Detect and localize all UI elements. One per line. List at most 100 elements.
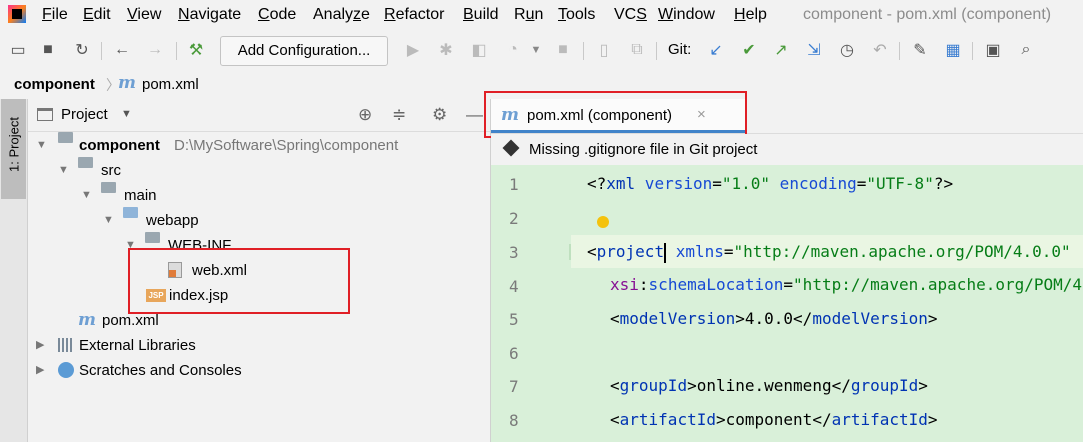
editor-notification-bar: Missing .gitignore file in Git project — [491, 134, 1083, 164]
sync-icon[interactable]: ↻ — [72, 40, 92, 60]
menu-navigate[interactable]: Navigate — [178, 6, 241, 24]
code-line-1: <?xml version="1.0" encoding="UTF-8"?> — [587, 174, 954, 193]
project-tool-tab[interactable]: 1: Project — [1, 99, 26, 199]
git-push-icon[interactable]: ↗ — [771, 40, 791, 60]
menu-refactor[interactable]: Refactor — [384, 6, 444, 24]
toolbar-separator — [972, 42, 973, 60]
profile-icon[interactable]: ◔ — [503, 40, 523, 60]
module-folder-icon — [58, 132, 73, 143]
chevron-down-icon[interactable]: ▼ — [121, 108, 132, 120]
notification-text: Missing .gitignore file in Git project — [529, 141, 758, 158]
history-clock-icon[interactable]: ◷ — [837, 40, 857, 60]
chevron-down-icon[interactable]: ▼ — [526, 40, 546, 60]
project-panel-header: Project ▼ ⊕ ≑ ⚙ — — [28, 99, 490, 132]
git-compare-icon[interactable]: ⇲ — [804, 40, 824, 60]
toolbar-separator — [101, 42, 102, 60]
project-tool-tab-label: 1: Project — [6, 117, 22, 172]
chevron-down-icon[interactable]: ▼ — [103, 208, 114, 233]
web-folder-icon — [123, 207, 138, 218]
locate-target-icon[interactable]: ⊕ — [358, 105, 372, 125]
folder-icon — [101, 182, 116, 193]
toolbar-separator — [656, 42, 657, 60]
scratches-icon — [58, 362, 74, 378]
folder-icon — [145, 232, 160, 243]
line-number: 4 — [509, 277, 519, 296]
open-folder-icon[interactable]: ▭ — [8, 40, 28, 60]
menu-build[interactable]: Build — [463, 6, 499, 24]
menu-run[interactable]: Run — [514, 6, 543, 24]
attach-icon[interactable]: ▯ — [594, 40, 614, 60]
menu-edit[interactable]: Edit — [83, 6, 111, 24]
app-logo-icon — [8, 5, 26, 23]
back-arrow-icon[interactable]: ← — [112, 40, 132, 60]
project-structure-icon[interactable]: ▦ — [943, 40, 963, 60]
toolbar-separator — [176, 42, 177, 60]
menu-code[interactable]: Code — [258, 6, 296, 24]
breadcrumb-project[interactable]: component — [14, 76, 95, 93]
tree-item-label: component — [79, 137, 160, 154]
maven-file-icon: m — [118, 73, 136, 93]
gear-icon[interactable]: ⚙ — [432, 105, 447, 125]
chevron-down-icon[interactable]: ▼ — [58, 158, 69, 183]
rollback-icon[interactable]: ↶ — [870, 40, 890, 60]
settings-wrench-icon[interactable]: ✎ — [910, 40, 930, 60]
menu-window[interactable]: Window — [658, 6, 715, 24]
menu-vcs[interactable]: VCS — [614, 6, 647, 24]
code-line-7: <groupId>online.wenmeng</groupId> — [610, 376, 928, 395]
chevron-right-icon[interactable]: ▶ — [36, 358, 44, 383]
annotation-highlight-box — [484, 91, 747, 138]
toolbar-separator — [583, 42, 584, 60]
menu-file[interactable]: File — [42, 6, 68, 24]
code-editor[interactable]: <?xml version="1.0" encoding="UTF-8"?> <… — [571, 165, 1083, 442]
search-icon[interactable]: ⌕ — [1016, 40, 1036, 60]
collapse-all-icon[interactable]: ≑ — [392, 105, 406, 125]
build-hammer-icon[interactable]: ⚒ — [186, 40, 206, 60]
folder-icon — [78, 157, 93, 168]
add-configuration-button[interactable]: Add Configuration... — [220, 36, 388, 66]
line-number: 5 — [509, 310, 519, 329]
window-title: component - pom.xml (component) — [803, 6, 1052, 23]
tree-item-label: External Libraries — [79, 337, 196, 354]
code-line-8: <artifactId>component</artifactId> — [610, 410, 938, 429]
git-commit-icon[interactable]: ✔ — [739, 40, 759, 60]
project-panel-title[interactable]: Project — [61, 106, 108, 123]
code-line-3: <project xmlns="http://maven.apache.org/… — [587, 242, 1071, 263]
update-running-icon[interactable]: ⧉ — [627, 40, 647, 60]
line-number: 7 — [509, 377, 519, 396]
library-icon — [58, 338, 74, 352]
line-number: 6 — [509, 344, 519, 363]
warning-diamond-icon — [502, 139, 520, 157]
chevron-right-icon[interactable]: ▶ — [36, 333, 44, 358]
minimize-icon[interactable]: — — [466, 105, 483, 125]
code-line-4: xsi:schemaLocation="http://maven.apache.… — [610, 275, 1083, 294]
chevron-down-icon[interactable]: ▼ — [81, 183, 92, 208]
menu-bar: File Edit View Navigate Code Analyze Ref… — [0, 0, 1083, 30]
line-number: 8 — [509, 411, 519, 430]
run-icon[interactable]: ▶ — [403, 40, 423, 60]
menu-view[interactable]: View — [127, 6, 161, 24]
stop-icon[interactable]: ■ — [553, 40, 573, 60]
chevron-down-icon[interactable]: ▼ — [36, 133, 47, 158]
tree-item-label: main — [124, 187, 157, 204]
git-label: Git: — [668, 41, 692, 58]
lightbulb-icon[interactable] — [597, 216, 609, 228]
line-number: 3 — [509, 243, 519, 262]
main-toolbar: ▭ ■ ↻ ← → ⚒ Add Configuration... ▶ ✱ ◧ ◔… — [0, 34, 1083, 66]
menu-help[interactable]: Help — [734, 6, 767, 24]
tree-item-label: src — [101, 162, 121, 179]
editor-gutter: 1 2 3 4 5 6 7 8 — [491, 165, 581, 442]
git-update-icon[interactable]: ↙ — [706, 40, 726, 60]
line-number: 2 — [509, 209, 519, 228]
save-all-icon[interactable]: ■ — [38, 40, 58, 60]
project-window-icon — [37, 108, 53, 121]
debug-icon[interactable]: ✱ — [436, 40, 456, 60]
breadcrumb-file[interactable]: pom.xml — [142, 76, 199, 93]
line-number: 1 — [509, 175, 519, 194]
presentation-icon[interactable]: ▣ — [983, 40, 1003, 60]
menu-analyze[interactable]: Analyze — [313, 6, 370, 24]
left-tool-stripe: 1: Project — [0, 99, 28, 442]
menu-tools[interactable]: Tools — [558, 6, 595, 24]
tree-item-label: webapp — [146, 212, 199, 229]
coverage-icon[interactable]: ◧ — [469, 40, 489, 60]
forward-arrow-icon[interactable]: → — [145, 40, 165, 60]
